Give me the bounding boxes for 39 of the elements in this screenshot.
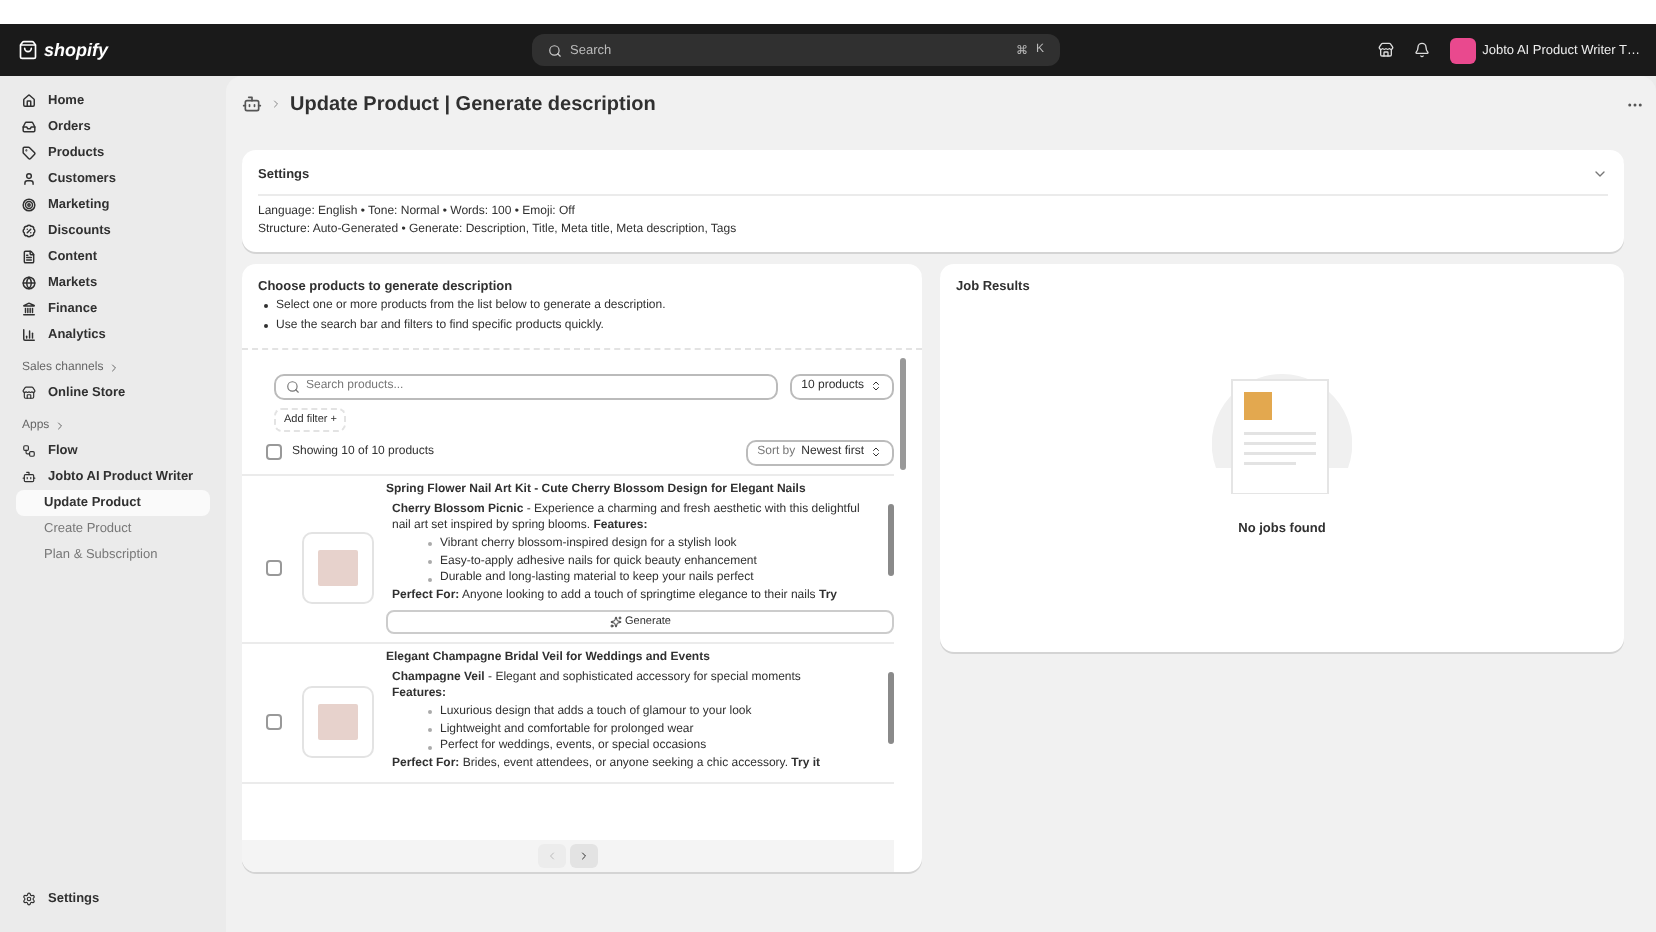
robot-icon [22,470,36,484]
inbox-icon [22,120,36,134]
store-icon[interactable] [1378,42,1395,58]
brand-logo-text: shopify [44,40,109,60]
chevron-left-icon [546,850,558,862]
percent-badge-icon [22,224,36,238]
person-icon [22,172,36,186]
chevron-right-icon [53,420,66,432]
checkbox[interactable] [266,444,282,461]
photo-placeholder [302,531,374,604]
scrollbar-thumb[interactable] [900,357,906,470]
bar-chart-icon [22,328,36,342]
chevron-right-icon [578,850,590,862]
store-icon [22,386,36,400]
target-icon [22,198,36,212]
page-title: Update Product | Generate description [290,93,656,115]
robot-icon [242,94,262,114]
globe-icon [22,276,36,290]
checkbox[interactable] [266,559,282,576]
store-avatar[interactable] [1450,37,1477,63]
search-icon [286,379,300,394]
tag-icon [22,146,36,160]
bank-icon [22,302,36,316]
notification-bell-icon[interactable] [1414,42,1431,58]
home-icon [22,94,36,108]
chevron-down-icon[interactable] [1592,166,1608,182]
sparkles-icon [609,615,622,628]
document-icon [22,250,36,264]
search-icon [548,43,562,57]
checkbox[interactable] [266,713,282,730]
scrollbar-thumb[interactable] [888,503,894,576]
workflow-icon [22,444,36,458]
chevron-right-icon [107,362,120,374]
empty-document-drawing [1212,374,1352,494]
chevron-right-icon [270,98,282,110]
scrollbar-thumb[interactable] [888,671,894,744]
shopping-bag-icon [18,40,38,60]
settings-icon [22,892,36,906]
photo-placeholder [302,685,374,758]
